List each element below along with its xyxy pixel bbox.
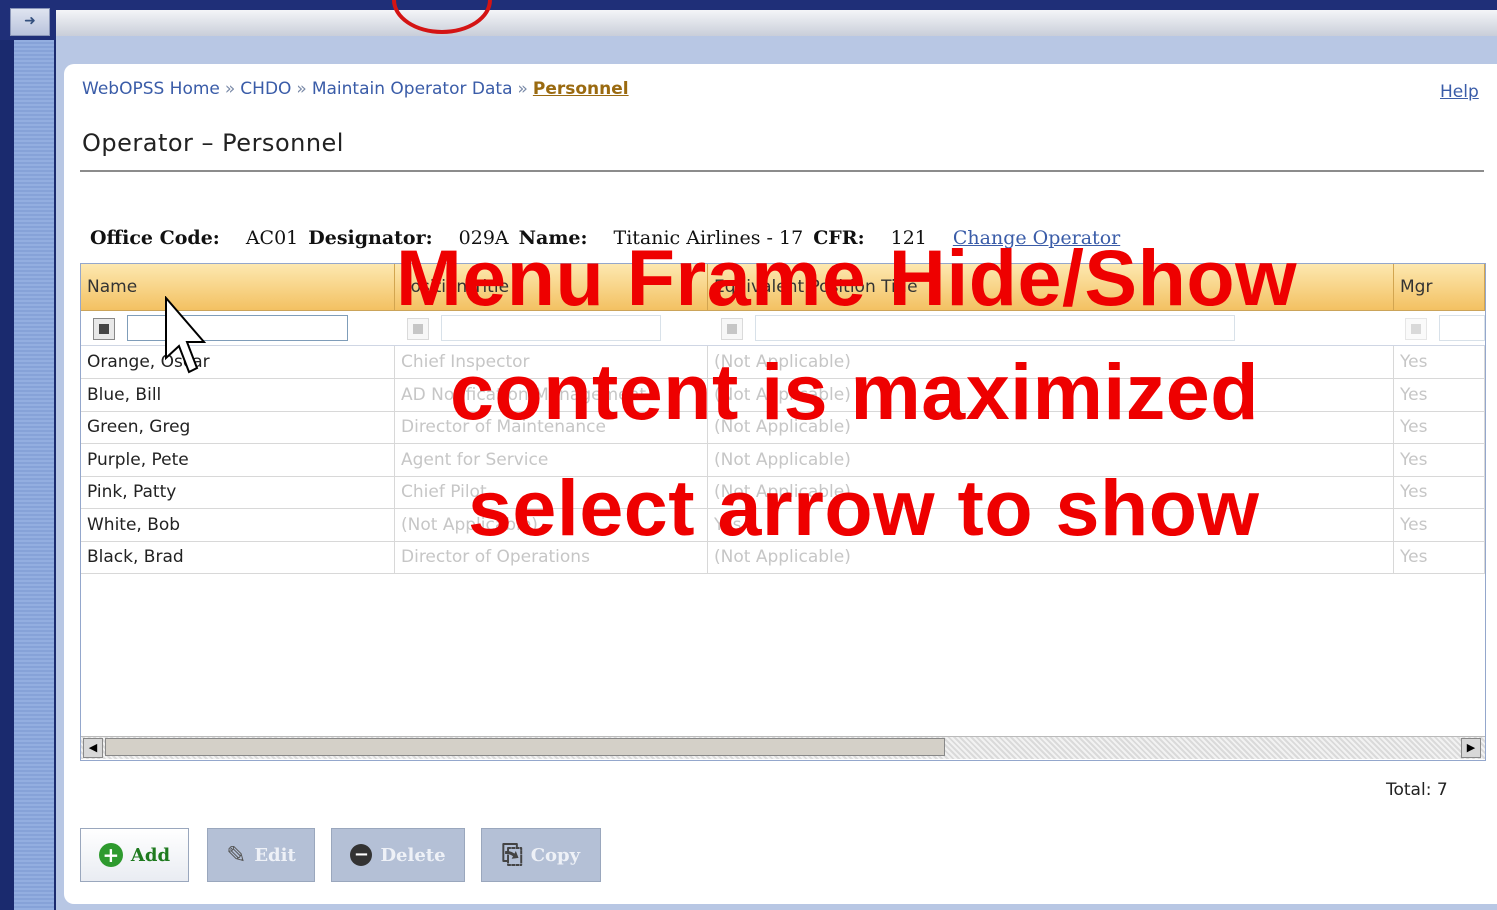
filter-icon[interactable] xyxy=(1405,318,1427,340)
column-header-name[interactable]: Name xyxy=(81,264,395,310)
cell-flag: Yes xyxy=(1394,444,1485,476)
cell-name: Black, Brad xyxy=(81,541,395,573)
breadcrumb: WebOPSS Home» CHDO» Maintain Operator Data… xyxy=(82,79,629,99)
cell-name: Purple, Pete xyxy=(81,444,395,476)
cell-flag: Yes xyxy=(1394,379,1485,411)
cell-flag: Yes xyxy=(1394,509,1485,541)
annotation-line-2: content is maximized xyxy=(450,347,1259,436)
office-code-label: Office Code: xyxy=(90,227,220,249)
office-code-value: AC01 xyxy=(245,227,299,249)
edit-button[interactable]: ✎ Edit xyxy=(207,828,315,882)
breadcrumb-home-link[interactable]: WebOPSS Home xyxy=(82,79,220,99)
cell-flag: Yes xyxy=(1394,346,1485,378)
page-title: Operator – Personnel xyxy=(82,129,344,157)
pencil-icon: ✎ xyxy=(226,841,247,869)
annotation-line-3: select arrow to show xyxy=(468,463,1260,552)
breadcrumb-separator: » xyxy=(224,79,236,99)
name-filter-input[interactable] xyxy=(127,315,348,341)
flag-filter-input[interactable] xyxy=(1439,315,1485,341)
minus-circle-icon: − xyxy=(350,844,373,866)
cell-flag: Yes xyxy=(1394,411,1485,443)
cell-name: White, Bob xyxy=(81,509,395,541)
cell-flag: Yes xyxy=(1394,476,1485,508)
breadcrumb-separator: » xyxy=(517,79,528,99)
delete-button[interactable]: − Delete xyxy=(331,828,465,882)
title-divider xyxy=(80,170,1484,172)
cell-name: Green, Greg xyxy=(81,411,395,443)
breadcrumb-current[interactable]: Personnel xyxy=(533,79,629,99)
copy-button-label: Copy xyxy=(530,844,581,866)
annotation-line-1: Menu Frame Hide/Show xyxy=(396,233,1298,322)
arrow-right-icon: ➜ xyxy=(24,13,36,29)
menu-frame-toggle-button[interactable]: ➜ xyxy=(10,8,50,36)
add-button-label: Add xyxy=(130,844,171,866)
scroll-left-icon[interactable]: ◀ xyxy=(83,738,103,758)
mouse-pointer-icon xyxy=(165,296,207,374)
edit-button-label: Edit xyxy=(254,844,296,866)
cell-name: Orange, Oscar xyxy=(81,346,395,378)
breadcrumb-chdo-link[interactable]: CHDO xyxy=(240,79,291,99)
horizontal-scrollbar[interactable]: ◀ ▶ xyxy=(81,736,1485,759)
scroll-right-icon[interactable]: ▶ xyxy=(1461,738,1481,758)
filter-icon[interactable] xyxy=(93,318,115,340)
cell-flag: Yes xyxy=(1394,541,1485,573)
title-bar xyxy=(56,10,1497,36)
scrollbar-thumb[interactable] xyxy=(105,738,945,756)
cell-name: Blue, Bill xyxy=(81,379,395,411)
total-count: Total: 7 xyxy=(1386,780,1448,800)
collapsed-menu-frame[interactable] xyxy=(14,40,54,910)
copy-icon: ⎘ xyxy=(501,839,523,870)
column-header-flag[interactable]: Mgr xyxy=(1394,264,1485,310)
copy-button[interactable]: ⎘ Copy xyxy=(481,828,601,882)
plus-circle-icon: + xyxy=(98,843,123,867)
breadcrumb-maintain-link[interactable]: Maintain Operator Data xyxy=(312,79,513,99)
breadcrumb-separator: » xyxy=(296,79,307,99)
delete-button-label: Delete xyxy=(380,844,446,866)
cell-name: Pink, Patty xyxy=(81,476,395,508)
add-button[interactable]: + Add xyxy=(80,828,189,882)
help-link[interactable]: Help xyxy=(1440,82,1479,102)
